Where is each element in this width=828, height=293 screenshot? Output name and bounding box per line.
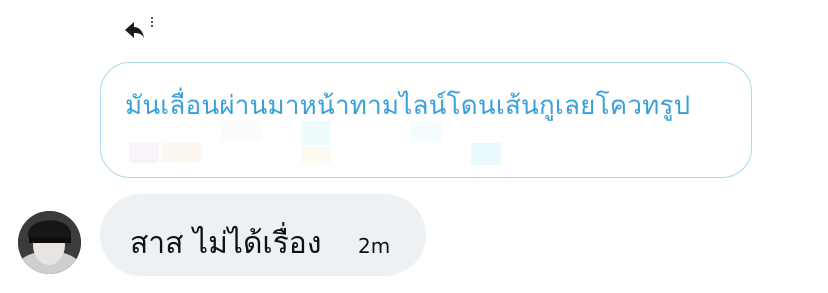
message-bubble[interactable]: สาส ไม่ได้เรื่อง 2m [100, 194, 426, 276]
quoted-message-text: มันเลื่อนผ่านมาหน้าทามไลน์โดนเส้นกูเลยโค… [125, 91, 691, 121]
message-timestamp: 2m [358, 234, 391, 258]
avatar[interactable] [18, 211, 81, 274]
avatar-photo [18, 211, 81, 274]
reply-indicator[interactable] [122, 16, 162, 44]
chat-thread: มันเลื่อนผ่านมาหน้าทามไลน์โดนเส้นกูเลยโค… [0, 0, 828, 293]
quoted-message-bubble[interactable]: มันเลื่อนผ่านมาหน้าทามไลน์โดนเส้นกูเลยโค… [100, 62, 752, 178]
message-text: สาส ไม่ได้เรื่อง [130, 226, 322, 261]
reply-arrow-icon [125, 17, 153, 38]
quoted-image-placeholder [121, 121, 521, 165]
vertical-dots-icon [151, 17, 153, 19]
